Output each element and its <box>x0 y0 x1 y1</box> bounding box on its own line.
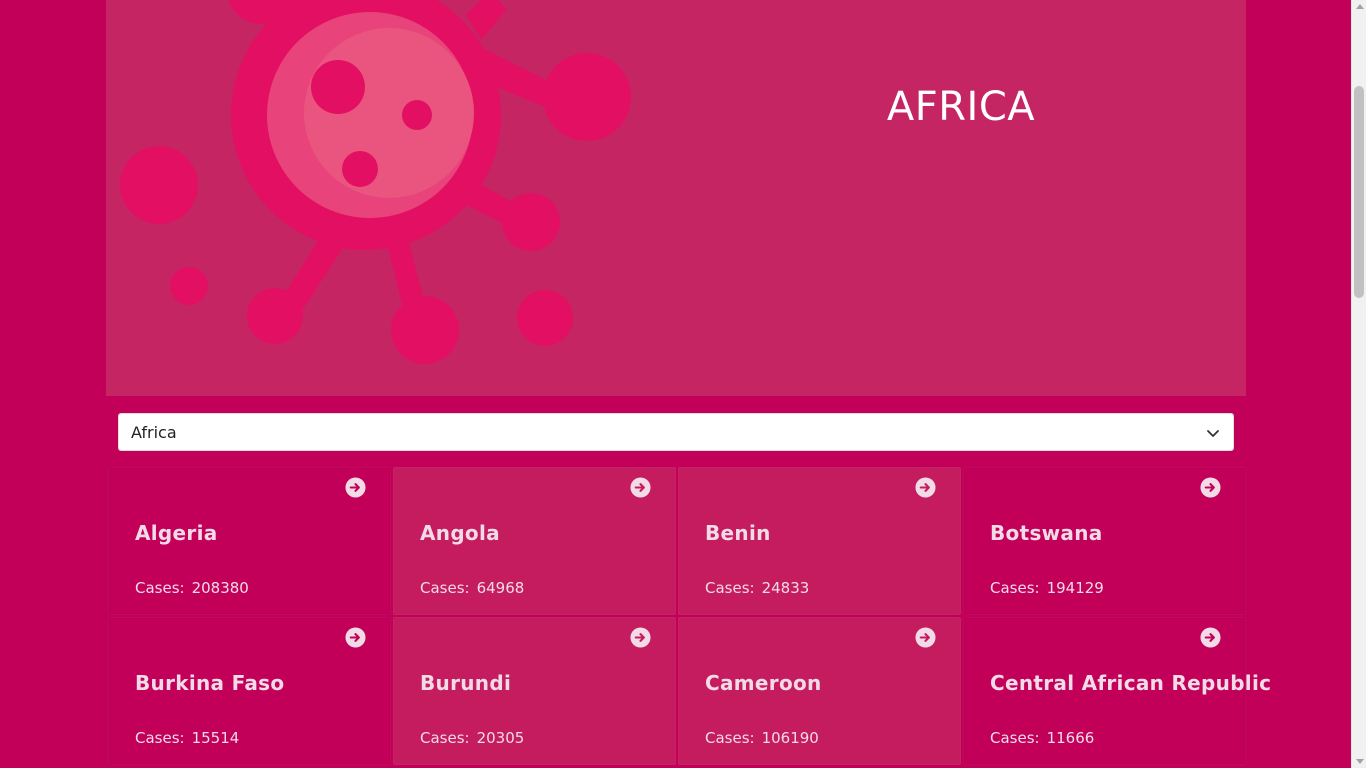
arrow-right-circle-icon[interactable] <box>630 627 651 648</box>
country-cases: Cases: 11666 <box>990 729 1094 747</box>
country-name: Central African Republic <box>990 671 1272 695</box>
arrow-right-circle-icon[interactable] <box>915 627 936 648</box>
virus-icon <box>120 0 631 364</box>
cases-label: Cases: <box>135 729 185 747</box>
cases-value: 20305 <box>476 729 525 747</box>
country-card-angola[interactable]: Angola Cases: 64968 <box>393 467 676 615</box>
cases-value: 11666 <box>1046 729 1095 747</box>
cases-label: Cases: <box>705 729 755 747</box>
cases-label: Cases: <box>990 579 1040 597</box>
country-name: Burundi <box>420 671 512 695</box>
cases-label: Cases: <box>705 579 755 597</box>
country-name: Algeria <box>135 521 218 545</box>
cases-label: Cases: <box>990 729 1040 747</box>
country-name: Angola <box>420 521 500 545</box>
cases-label: Cases: <box>420 729 470 747</box>
page: AFRICA Africa Algeria Cases: 208380 Angol… <box>0 0 1351 768</box>
country-cases: Cases: 24833 <box>705 579 809 597</box>
country-name: Botswana <box>990 521 1103 545</box>
arrow-right-circle-icon[interactable] <box>915 477 936 498</box>
cases-value: 194129 <box>1046 579 1104 597</box>
scrollbar-thumb[interactable] <box>1354 86 1364 298</box>
cases-value: 208380 <box>191 579 249 597</box>
scroll-down-icon[interactable] <box>1356 759 1364 764</box>
region-select-value: Africa <box>131 423 177 442</box>
region-select[interactable]: Africa <box>118 413 1234 451</box>
cases-label: Cases: <box>135 579 185 597</box>
country-cases: Cases: 208380 <box>135 579 249 597</box>
country-grid: Algeria Cases: 208380 Angola Cases: 64968 … <box>108 467 1271 765</box>
chevron-down-icon <box>1207 430 1219 437</box>
country-name: Benin <box>705 521 771 545</box>
country-cases: Cases: 15514 <box>135 729 239 747</box>
page-title: AFRICA <box>886 84 1036 130</box>
vertical-scrollbar[interactable] <box>1351 0 1366 768</box>
arrow-right-circle-icon[interactable] <box>1200 477 1221 498</box>
country-card-burkina-faso[interactable]: Burkina Faso Cases: 15514 <box>108 617 391 765</box>
cases-value: 64968 <box>476 579 525 597</box>
country-card-central-african-republic[interactable]: Central African Republic Cases: 11666 <box>963 617 1271 765</box>
arrow-right-circle-icon[interactable] <box>1200 627 1221 648</box>
country-card-burundi[interactable]: Burundi Cases: 20305 <box>393 617 676 765</box>
country-cases: Cases: 194129 <box>990 579 1104 597</box>
country-cases: Cases: 106190 <box>705 729 819 747</box>
country-name: Cameroon <box>705 671 822 695</box>
cases-value: 15514 <box>191 729 240 747</box>
country-card-botswana[interactable]: Botswana Cases: 194129 <box>963 467 1246 615</box>
hero-banner: AFRICA <box>106 0 1246 396</box>
country-card-algeria[interactable]: Algeria Cases: 208380 <box>108 467 391 615</box>
scroll-up-icon[interactable] <box>1356 4 1364 9</box>
arrow-right-circle-icon[interactable] <box>345 477 366 498</box>
country-card-benin[interactable]: Benin Cases: 24833 <box>678 467 961 615</box>
country-card-cameroon[interactable]: Cameroon Cases: 106190 <box>678 617 961 765</box>
arrow-right-circle-icon[interactable] <box>345 627 366 648</box>
arrow-right-circle-icon[interactable] <box>630 477 651 498</box>
cases-value: 106190 <box>761 729 819 747</box>
cases-value: 24833 <box>761 579 810 597</box>
country-cases: Cases: 20305 <box>420 729 524 747</box>
country-cases: Cases: 64968 <box>420 579 524 597</box>
cases-label: Cases: <box>420 579 470 597</box>
country-name: Burkina Faso <box>135 671 285 695</box>
